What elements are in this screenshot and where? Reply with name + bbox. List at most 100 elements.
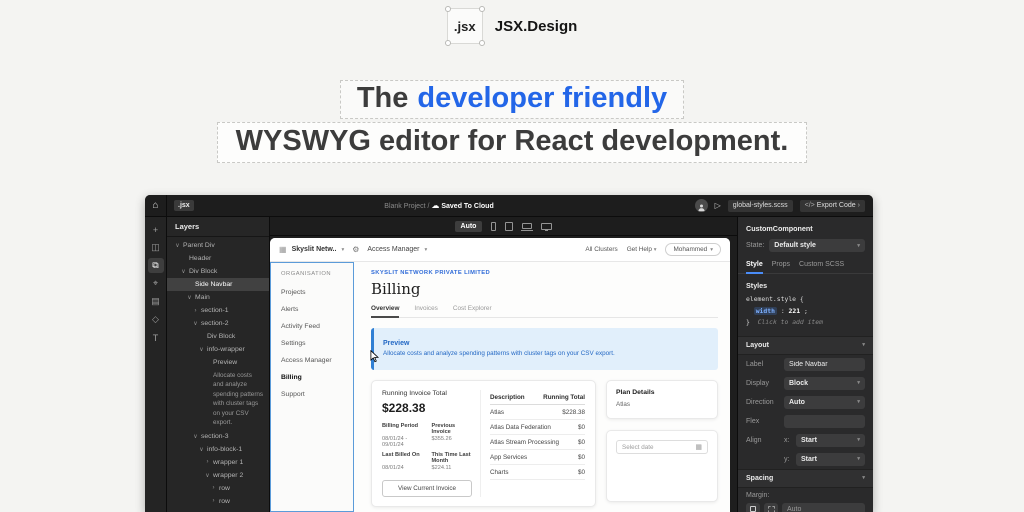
layer-item[interactable]: ∨Parent Div <box>167 239 269 252</box>
css-value[interactable]: 221 <box>789 307 801 315</box>
sidebar-item-support[interactable]: Support <box>281 391 353 398</box>
layer-label: row <box>219 485 230 492</box>
layer-item[interactable]: ∨section-2 <box>167 317 269 330</box>
col-running-total: Running Total <box>543 394 585 401</box>
align-x-select[interactable]: Start▾ <box>796 434 865 447</box>
preview-play-button[interactable]: ▷ <box>715 201 721 210</box>
phone-breakpoint-icon[interactable] <box>491 222 496 231</box>
date-input[interactable] <box>622 444 692 451</box>
tree-chevron-icon[interactable]: ∨ <box>187 294 192 301</box>
spacing-section-header[interactable]: Spacing ▾ <box>738 469 873 488</box>
sidebar-item-activity-feed[interactable]: Activity Feed <box>281 323 353 330</box>
code-line[interactable]: width : 221 ; <box>746 306 865 318</box>
sidebar-item-settings[interactable]: Settings <box>281 340 353 347</box>
date-picker[interactable]: ▦ <box>616 440 708 454</box>
margin-input[interactable] <box>782 503 865 512</box>
add-element-icon[interactable]: + <box>148 222 164 237</box>
tab-invoices[interactable]: Invoices <box>414 305 437 317</box>
get-help-link[interactable]: Get Help ▾ <box>627 246 657 253</box>
layer-item-text[interactable]: Allocate costs and analyze spending patt… <box>167 369 269 430</box>
view-current-invoice-button[interactable]: View Current Invoice <box>382 480 472 497</box>
export-code-button[interactable]: </>Export Code› <box>800 200 865 212</box>
invoice-card: Running Invoice Total $228.38 Billing Pe… <box>371 380 596 507</box>
layer-item[interactable]: Preview <box>167 356 269 369</box>
hero: Thedeveloper friendly WYSWYG editor for … <box>0 80 1024 163</box>
layer-item[interactable]: ›row <box>167 495 269 508</box>
laptop-breakpoint-icon[interactable] <box>522 223 532 229</box>
caret-down-icon: ▾ <box>857 456 860 462</box>
tree-chevron-icon[interactable]: › <box>211 485 216 491</box>
tab-style[interactable]: Style <box>746 259 763 274</box>
layout-section-header[interactable]: Layout ▾ <box>738 336 873 355</box>
text-tool-icon[interactable]: T <box>148 330 164 345</box>
tree-chevron-icon[interactable]: › <box>205 459 210 465</box>
label-input[interactable] <box>784 358 865 371</box>
css-prop[interactable]: width <box>754 307 777 315</box>
all-clusters-link[interactable]: All Clusters <box>585 246 617 253</box>
tree-chevron-icon[interactable]: ∨ <box>181 268 186 275</box>
access-manager-link[interactable]: Access Manager <box>367 246 419 253</box>
gear-icon[interactable]: ⚙ <box>352 245 359 254</box>
layers-icon[interactable]: ⧉ <box>148 258 164 273</box>
tree-chevron-icon[interactable]: ∨ <box>193 320 198 327</box>
preview-frame: ▦ Skyslit Netw.. ▾ ⚙ Access Manager ▾ Al… <box>270 238 730 512</box>
global-styles-button[interactable]: global-styles.scss <box>728 200 793 212</box>
user-avatar[interactable] <box>695 199 708 212</box>
layer-item[interactable]: ∨wrapper 2 <box>167 469 269 482</box>
component-icon[interactable]: ◇ <box>148 312 164 327</box>
tree-chevron-icon[interactable]: ∨ <box>193 433 198 440</box>
flex-input[interactable] <box>784 415 865 428</box>
sidebar-heading: ORGANISATION <box>281 271 353 277</box>
layer-item[interactable]: ›row <box>167 482 269 495</box>
sidebar-item-alerts[interactable]: Alerts <box>281 306 353 313</box>
layer-item-side-navbar[interactable]: Side Navbar <box>167 278 269 291</box>
add-item-hint[interactable]: Click to add item <box>758 318 823 326</box>
direction-select[interactable]: Auto▾ <box>784 396 865 409</box>
layer-item[interactable]: Div Block <box>167 330 269 343</box>
layer-item[interactable]: ∨Div Block <box>167 265 269 278</box>
element-style-editor[interactable]: element.style { width : 221 ; } Click to… <box>738 294 873 336</box>
layer-item[interactable]: ›wrapper 1 <box>167 456 269 469</box>
layer-label: row <box>219 498 230 505</box>
tree-chevron-icon[interactable]: ∨ <box>199 446 204 453</box>
margin-individual-button[interactable] <box>764 503 778 512</box>
desktop-breakpoint-icon[interactable] <box>541 223 552 230</box>
align-y-select[interactable]: Start▾ <box>796 453 865 466</box>
state-select[interactable]: Default style ▾ <box>769 239 865 252</box>
tablet-breakpoint-icon[interactable] <box>505 222 513 231</box>
tree-chevron-icon[interactable]: ∨ <box>205 472 210 479</box>
layer-item[interactable]: ›section-1 <box>167 304 269 317</box>
invoice-details: Last Billed On This Time Last Month 08/0… <box>382 452 472 471</box>
tab-overview[interactable]: Overview <box>371 305 399 318</box>
layer-item[interactable]: ∨info-wrapper <box>167 343 269 356</box>
sidebar-item-projects[interactable]: Projects <box>281 289 353 296</box>
breakpoint-auto-button[interactable]: Auto <box>455 221 483 232</box>
panels-icon[interactable]: ◫ <box>148 240 164 255</box>
org-breadcrumb-link[interactable]: SKYSLIT NETWORK PRIVATE LIMITED <box>371 270 718 276</box>
caret-down-icon: ▾ <box>857 243 860 249</box>
tree-chevron-icon[interactable]: ∨ <box>199 346 204 353</box>
org-switcher[interactable]: Skyslit Netw.. <box>292 246 337 253</box>
billing-period-label: Billing Period <box>382 423 427 435</box>
sidebar-item-billing[interactable]: Billing <box>281 374 353 381</box>
layer-item[interactable]: ∨info-block-1 <box>167 443 269 456</box>
image-icon[interactable]: ▤ <box>148 294 164 309</box>
layer-item[interactable]: Header <box>167 252 269 265</box>
tree-chevron-icon[interactable]: › <box>211 498 216 504</box>
tab-cost-explorer[interactable]: Cost Explorer <box>453 305 492 317</box>
tab-props[interactable]: Props <box>772 259 790 273</box>
user-menu[interactable]: Mohammed▾ <box>665 243 721 256</box>
layer-item[interactable]: ∨section-3 <box>167 430 269 443</box>
tree-chevron-icon[interactable]: ∨ <box>175 242 180 249</box>
pin-icon[interactable]: ⌖ <box>148 276 164 291</box>
tab-custom-scss[interactable]: Custom SCSS <box>799 259 844 273</box>
margin-all-sides-button[interactable] <box>746 503 760 512</box>
display-select[interactable]: Block▾ <box>784 377 865 390</box>
layer-item[interactable]: ›row <box>167 508 269 512</box>
direction-row: Direction Auto▾ <box>738 393 873 412</box>
layer-item[interactable]: ∨Main <box>167 291 269 304</box>
project-name[interactable]: Blank Project <box>384 203 425 210</box>
tree-chevron-icon[interactable]: › <box>193 308 198 314</box>
sidebar-item-access-manager[interactable]: Access Manager <box>281 357 353 364</box>
brand-header: .jsx JSX.Design <box>0 8 1024 44</box>
